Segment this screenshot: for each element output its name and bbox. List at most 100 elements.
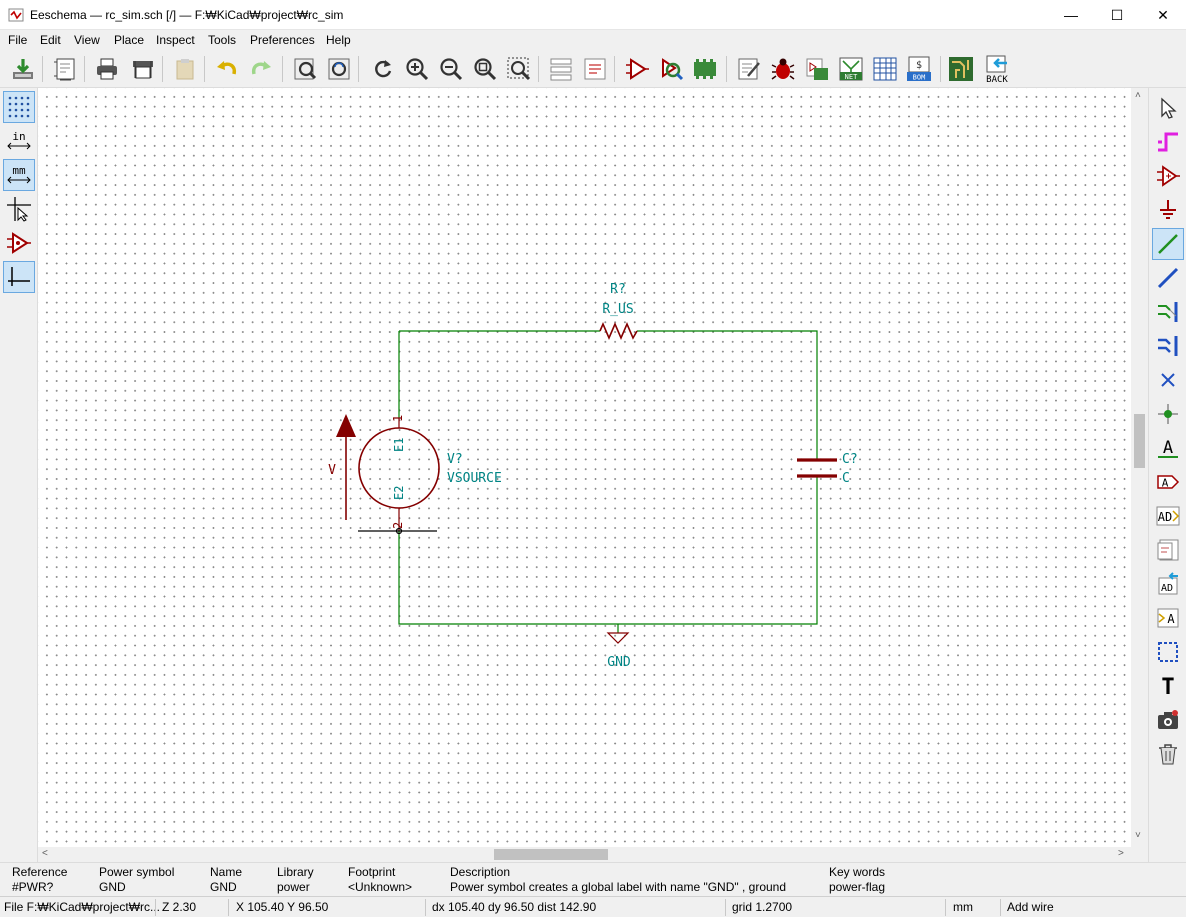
find-replace-button[interactable] [324,54,354,84]
simulator-button[interactable] [802,54,832,84]
horizontal-scrollbar[interactable]: < > [38,847,1131,862]
symbol-browser-button[interactable] [656,54,686,84]
voltage-source-value[interactable]: VSOURCE [447,471,502,486]
redo-icon [251,61,271,75]
sheet-pin-button[interactable]: A [1152,602,1184,634]
erc-icon [771,58,795,80]
minimize-button[interactable]: — [1048,0,1094,30]
zoom-in-button[interactable] [402,54,432,84]
menu-preferences[interactable]: Preferences [250,33,315,47]
status-bar: File F:₩KiCad₩project₩rc... Z 2.30 X 105… [0,896,1186,917]
place-symbol-button[interactable] [1152,160,1184,192]
menu-file[interactable]: File [8,33,27,47]
scroll-left-icon[interactable]: < [42,848,48,859]
voltage-source-symbol[interactable]: V V? VSOURCE 1 2 E1 E2 [328,414,502,535]
paste-icon [176,59,194,80]
wire-top-right[interactable] [637,330,818,460]
info-footprint-value: <Unknown> [348,880,413,894]
no-connect-button[interactable] [1152,364,1184,396]
mm-units-label: mm [12,164,26,177]
mm-units-button[interactable]: mm [3,159,35,191]
inch-units-button[interactable]: in [3,125,35,157]
delete-button[interactable] [1152,738,1184,770]
menu-inspect[interactable]: Inspect [156,33,195,47]
paste-button[interactable] [170,54,200,84]
wire-entry-button[interactable] [1152,296,1184,328]
graphic-lines-button[interactable] [1152,636,1184,668]
grid-toggle-button[interactable] [3,91,35,123]
menu-view[interactable]: View [74,33,100,47]
resistor-value[interactable]: R_US [602,302,633,317]
info-description: Description Power symbol creates a globa… [450,865,786,895]
add-wire-icon [1158,234,1178,254]
page-settings-button[interactable] [50,54,80,84]
hierarchical-label-icon: AD [1156,506,1180,526]
schematic-canvas[interactable]: R? R_US C? C V V? VSOURCE 1 2 E1 E2 GND [38,88,1131,847]
leave-sheet-button[interactable] [580,54,610,84]
zoom-out-button[interactable] [436,54,466,84]
net-label-button[interactable]: A [1152,432,1184,464]
wire-bottom[interactable] [398,476,818,625]
hidden-pins-button[interactable] [3,227,35,259]
vertical-scrollbar[interactable]: ˄ ˅ [1131,88,1148,847]
capacitor-symbol[interactable]: C? C [797,452,858,486]
capacitor-reference[interactable]: C? [842,452,858,467]
capacitor-value[interactable]: C [842,471,850,486]
annotate-button[interactable] [734,54,764,84]
print-button[interactable] [92,54,122,84]
refresh-button[interactable] [368,54,398,84]
bom-button[interactable]: $ BOM [904,54,934,84]
menu-edit[interactable]: Edit [40,33,61,47]
voltage-source-reference[interactable]: V? [447,452,463,467]
plot-button[interactable] [128,54,158,84]
select-tool-button[interactable] [1152,92,1184,124]
text-tool-button[interactable]: T [1152,670,1184,702]
undo-button[interactable] [212,54,242,84]
menu-help[interactable]: Help [326,33,351,47]
zoom-selection-button[interactable] [504,54,534,84]
import-sheet-pin-button[interactable]: AD [1152,568,1184,600]
add-bus-button[interactable] [1152,262,1184,294]
hierarchical-sheet-button[interactable] [1152,534,1184,566]
redo-button[interactable] [246,54,276,84]
wire-angle-button[interactable] [3,261,35,293]
ground-symbol[interactable]: GND [606,632,631,670]
field-table-button[interactable] [870,54,900,84]
ground-label[interactable]: GND [607,655,631,670]
place-power-button[interactable] [1152,194,1184,226]
cursor-crosshair-button[interactable] [3,193,35,225]
horizontal-scroll-thumb[interactable] [494,849,608,860]
scroll-down-icon[interactable]: ˅ [1135,830,1141,841]
global-label-button[interactable]: A [1152,466,1184,498]
scroll-right-icon[interactable]: > [1118,848,1124,859]
zoom-fit-icon [474,58,497,81]
info-keywords-value: power-flag [829,880,886,894]
scroll-up-icon[interactable]: ˄ [1135,90,1141,101]
zoom-fit-button[interactable] [470,54,500,84]
bus-entry-button[interactable] [1152,330,1184,362]
hierarchical-label-button[interactable]: AD [1152,500,1184,532]
pcbnew-button[interactable] [946,54,976,84]
back-annotate-button[interactable]: BACK [982,54,1012,84]
add-image-button[interactable] [1152,704,1184,736]
resistor-reference[interactable]: R? [610,282,626,297]
highlight-net-button[interactable] [1152,126,1184,158]
hierarchy-navigator-button[interactable] [546,54,576,84]
menu-bar: File Edit View Place Inspect Tools Prefe… [0,30,1186,50]
menu-tools[interactable]: Tools [208,33,236,47]
menu-place[interactable]: Place [114,33,144,47]
maximize-button[interactable]: ☐ [1094,0,1140,30]
erc-button[interactable] [768,54,798,84]
junction-button[interactable] [1152,398,1184,430]
netlist-button[interactable]: NET [836,54,866,84]
resistor-symbol[interactable]: R? R_US [599,282,638,341]
import-sheet-pin-icon: AD [1158,572,1178,595]
add-wire-button[interactable] [1152,228,1184,260]
symbol-editor-button[interactable] [622,54,652,84]
save-button[interactable] [8,54,38,84]
vertical-scroll-thumb[interactable] [1134,414,1145,468]
footprint-assign-button[interactable] [690,54,720,84]
find-button[interactable] [290,54,320,84]
close-button[interactable]: ✕ [1140,0,1186,30]
right-toolbar: A A AD AD A T [1148,88,1186,863]
